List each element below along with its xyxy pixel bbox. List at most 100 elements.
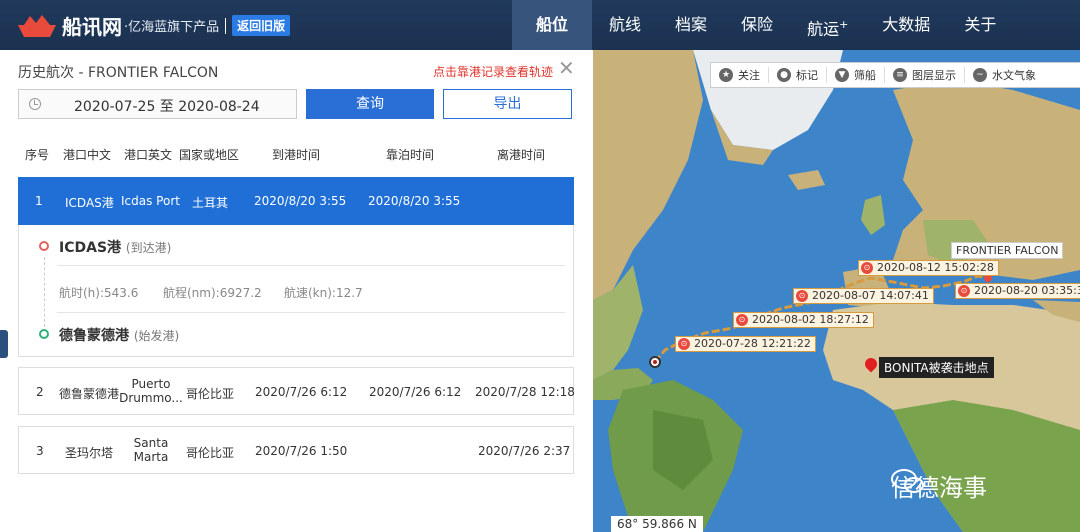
toolbar-layers-label: 图层显示 [912, 69, 956, 82]
map-view[interactable]: ★ 关注 ● 标记 ▼ 筛船 ≡ 图层显示 ~ 水文气象 FRONTIER FALCON … [593, 50, 1080, 532]
row-port-cn: ICDAS港 [65, 196, 114, 210]
map-toolbar: ★ 关注 ● 标记 ▼ 筛船 ≡ 图层显示 ~ 水文气象 [710, 62, 1080, 88]
nav-item-archive[interactable]: 档案 [658, 0, 724, 50]
location-pin-icon: ⊙ [958, 285, 970, 297]
nav-item-ship-position[interactable]: 船位 [512, 0, 593, 50]
cursor-coordinate: 68° 59.866 N [611, 516, 703, 532]
nav-item-big-data[interactable]: 大数据 [865, 0, 947, 50]
close-icon[interactable]: ✕ [558, 58, 575, 78]
toolbar-layers[interactable]: ≡ 图层显示 [885, 67, 964, 83]
track-point-tag[interactable]: ⊙ 2020-08-02 18:27:12 [733, 312, 874, 328]
voyage-distance: 航程(nm):6927.2 [163, 286, 262, 300]
track-hint[interactable]: 点击靠港记录查看轨迹 [433, 63, 553, 80]
star-icon: ★ [719, 68, 733, 82]
column-header-country: 国家或地区 [179, 148, 240, 162]
column-header-port-cn: 港口中文 [63, 148, 112, 162]
toolbar-mark-label: 标记 [796, 69, 818, 82]
clock-icon [29, 98, 41, 110]
logo-subtitle: ·亿海蓝旗下产品 [124, 20, 220, 35]
weather-icon: ~ [973, 68, 987, 82]
row-port-en-line2: Marta [133, 450, 169, 464]
voyage-hours: 航时(h):543.6 [59, 286, 139, 300]
voyage-history-panel: 历史航次 - FRONTIER FALCON 点击靠港记录查看轨迹 ✕ 2020… [0, 50, 592, 532]
row-arrival: 2020/8/20 3:55 [254, 194, 347, 208]
row-berth: 2020/8/20 3:55 [368, 194, 461, 208]
toolbar-filter-label: 筛船 [854, 69, 876, 82]
toolbar-weather[interactable]: ~ 水文气象 [965, 67, 1044, 83]
track-point-tag[interactable]: ⊙ 2020-07-28 12:21:22 [675, 336, 816, 352]
query-button[interactable]: 查询 [306, 89, 434, 119]
toolbar-follow[interactable]: ★ 关注 [711, 67, 768, 83]
nav-item-insurance[interactable]: 保险 [724, 0, 790, 50]
track-point-tag[interactable]: ⊙ 2020-08-07 14:07:41 [793, 288, 934, 304]
divider [57, 265, 565, 266]
row-port-en-line1: Puerto [131, 377, 171, 391]
row-no: 3 [36, 444, 44, 458]
table-row[interactable]: 3 圣玛尔塔 Santa Marta 哥伦比亚 2020/7/26 1:50 2… [18, 426, 574, 474]
origin-port: 德鲁蒙德港 (始发港) [59, 325, 179, 345]
nav-item-routes[interactable]: 航线 [592, 0, 658, 50]
voyage-detail: ICDAS港 (到达港) 航时(h):543.6 航程(nm):6927.2 航… [18, 225, 574, 357]
voyage-speed: 航速(kn):12.7 [284, 286, 363, 300]
toolbar-follow-label: 关注 [738, 69, 760, 82]
row-arrival: 2020/7/26 1:50 [255, 444, 348, 458]
panel-collapse-handle[interactable] [0, 330, 8, 358]
row-port-cn: 德鲁蒙德港 [59, 387, 120, 401]
origin-port-name: 德鲁蒙德港 [59, 328, 129, 344]
row-departure: 2020/7/28 12:18 [475, 385, 575, 399]
track-point-tag[interactable]: ⊙ 2020-08-12 15:02:28 [858, 260, 999, 276]
track-point-time: 2020-07-28 12:21:22 [694, 337, 811, 350]
destination-note: (到达港) [125, 241, 172, 255]
row-port-en-line2: Drummo... [119, 391, 183, 405]
logo[interactable]: 船讯网 ·亿海蓝旗下产品 返回旧版 [16, 11, 291, 40]
filter-icon: ▼ [835, 68, 849, 82]
toolbar-mark[interactable]: ● 标记 [769, 67, 826, 83]
track-point-tag[interactable]: ⊙ 2020-08-20 03:35:35 [955, 283, 1080, 299]
row-arrival: 2020/7/26 6:12 [255, 385, 348, 399]
column-header-berth: 靠泊时间 [386, 148, 435, 162]
row-port-en: Santa Marta [119, 436, 183, 464]
track-point-time: 2020-08-07 14:07:41 [812, 289, 929, 302]
nav-item-about[interactable]: 关于 [947, 0, 1013, 50]
column-header-arrival: 到港时间 [272, 148, 321, 162]
nav-item-shipping-plus: + [839, 18, 849, 31]
watermark: 信德海事 [891, 468, 987, 503]
date-range-value: 2020-07-25 至 2020-08-24 [74, 99, 260, 115]
incident-label: BONITA被袭击地点 [879, 357, 994, 378]
destination-port: ICDAS港 (到达港) [59, 237, 171, 257]
track-point-time: 2020-08-02 18:27:12 [752, 313, 869, 326]
nav-item-shipping-label: 航运 [807, 19, 840, 39]
row-port-en-line1: Santa [133, 436, 169, 450]
destination-port-name: ICDAS港 [59, 240, 122, 256]
ship-name-label[interactable]: FRONTIER FALCON [951, 242, 1064, 259]
toolbar-weather-label: 水文气象 [992, 69, 1036, 82]
table-row[interactable]: 2 德鲁蒙德港 Puerto Drummo... 哥伦比亚 2020/7/26 … [18, 367, 575, 415]
logo-text: 船讯网 [62, 15, 122, 39]
row-departure: 2020/7/26 2:37 [478, 444, 571, 458]
location-pin-icon: ⊙ [796, 290, 808, 302]
wechat-icon [891, 469, 924, 493]
ship-logo-icon [18, 14, 56, 37]
track-point-time: 2020-08-12 15:02:28 [877, 261, 994, 274]
row-country: 土耳其 [192, 196, 229, 210]
row-no: 2 [36, 385, 44, 399]
route-connector [44, 257, 45, 327]
old-version-button[interactable]: 返回旧版 [232, 15, 291, 36]
nav-item-shipping[interactable]: 航运+ [790, 0, 865, 50]
row-no: 1 [35, 194, 43, 208]
divider [57, 312, 565, 313]
location-pin-icon: ⊙ [678, 338, 690, 350]
column-header-no: 序号 [25, 148, 50, 162]
table-row-selected[interactable]: 1 ICDAS港 Icdas Port 土耳其 2020/8/20 3:55 2… [18, 177, 574, 225]
main-nav: 船位 航线 档案 保险 航运+ 大数据 关于 [512, 0, 1013, 50]
track-point-time: 2020-08-20 03:35:35 [974, 284, 1080, 297]
row-port-cn: 圣玛尔塔 [65, 446, 114, 460]
destination-marker-icon [39, 241, 49, 251]
toolbar-filter[interactable]: ▼ 筛船 [827, 67, 884, 83]
row-country: 哥伦比亚 [186, 446, 235, 460]
date-range-input[interactable]: 2020-07-25 至 2020-08-24 [18, 89, 297, 119]
export-button[interactable]: 导出 [443, 89, 572, 119]
top-navigation-bar: 船讯网 ·亿海蓝旗下产品 返回旧版 船位 航线 档案 保险 航运+ 大数据 关于 [0, 0, 1080, 50]
panel-title: 历史航次 - FRONTIER FALCON [18, 65, 219, 81]
column-header-departure: 离港时间 [497, 148, 546, 162]
